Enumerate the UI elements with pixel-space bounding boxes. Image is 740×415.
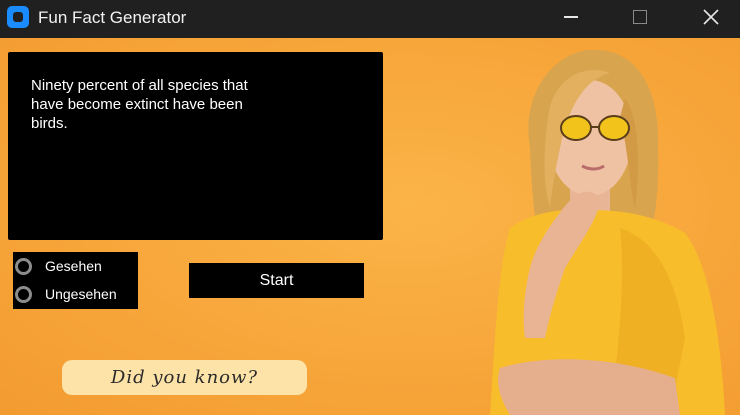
woman-illustration — [490, 49, 725, 415]
did-you-know-text: Did you know? — [110, 367, 259, 388]
filter-radio-group: Gesehen Ungesehen — [13, 252, 138, 309]
title-bar: Fun Fact Generator — [0, 0, 740, 38]
start-button[interactable]: Start — [189, 263, 364, 298]
radio-button-icon[interactable] — [15, 285, 32, 303]
maximize-icon — [633, 10, 647, 24]
maximize-button[interactable] — [617, 0, 663, 34]
fact-display: Ninety percent of all species that have … — [8, 52, 383, 240]
minimize-icon — [564, 16, 578, 18]
radio-label: Gesehen — [45, 258, 102, 274]
radio-button-icon[interactable] — [15, 257, 32, 275]
radio-label: Ungesehen — [45, 286, 117, 302]
window-title: Fun Fact Generator — [38, 8, 187, 27]
radio-option-gesehen[interactable]: Gesehen — [15, 253, 102, 279]
app-icon — [7, 6, 29, 28]
main-content: Ninety percent of all species that have … — [0, 38, 740, 415]
minimize-button[interactable] — [548, 0, 594, 34]
fact-text: Ninety percent of all species that have … — [31, 77, 248, 132]
radio-option-ungesehen[interactable]: Ungesehen — [15, 281, 117, 307]
did-you-know-badge: Did you know? — [62, 360, 307, 395]
close-button[interactable] — [688, 0, 734, 34]
close-icon — [703, 9, 719, 25]
